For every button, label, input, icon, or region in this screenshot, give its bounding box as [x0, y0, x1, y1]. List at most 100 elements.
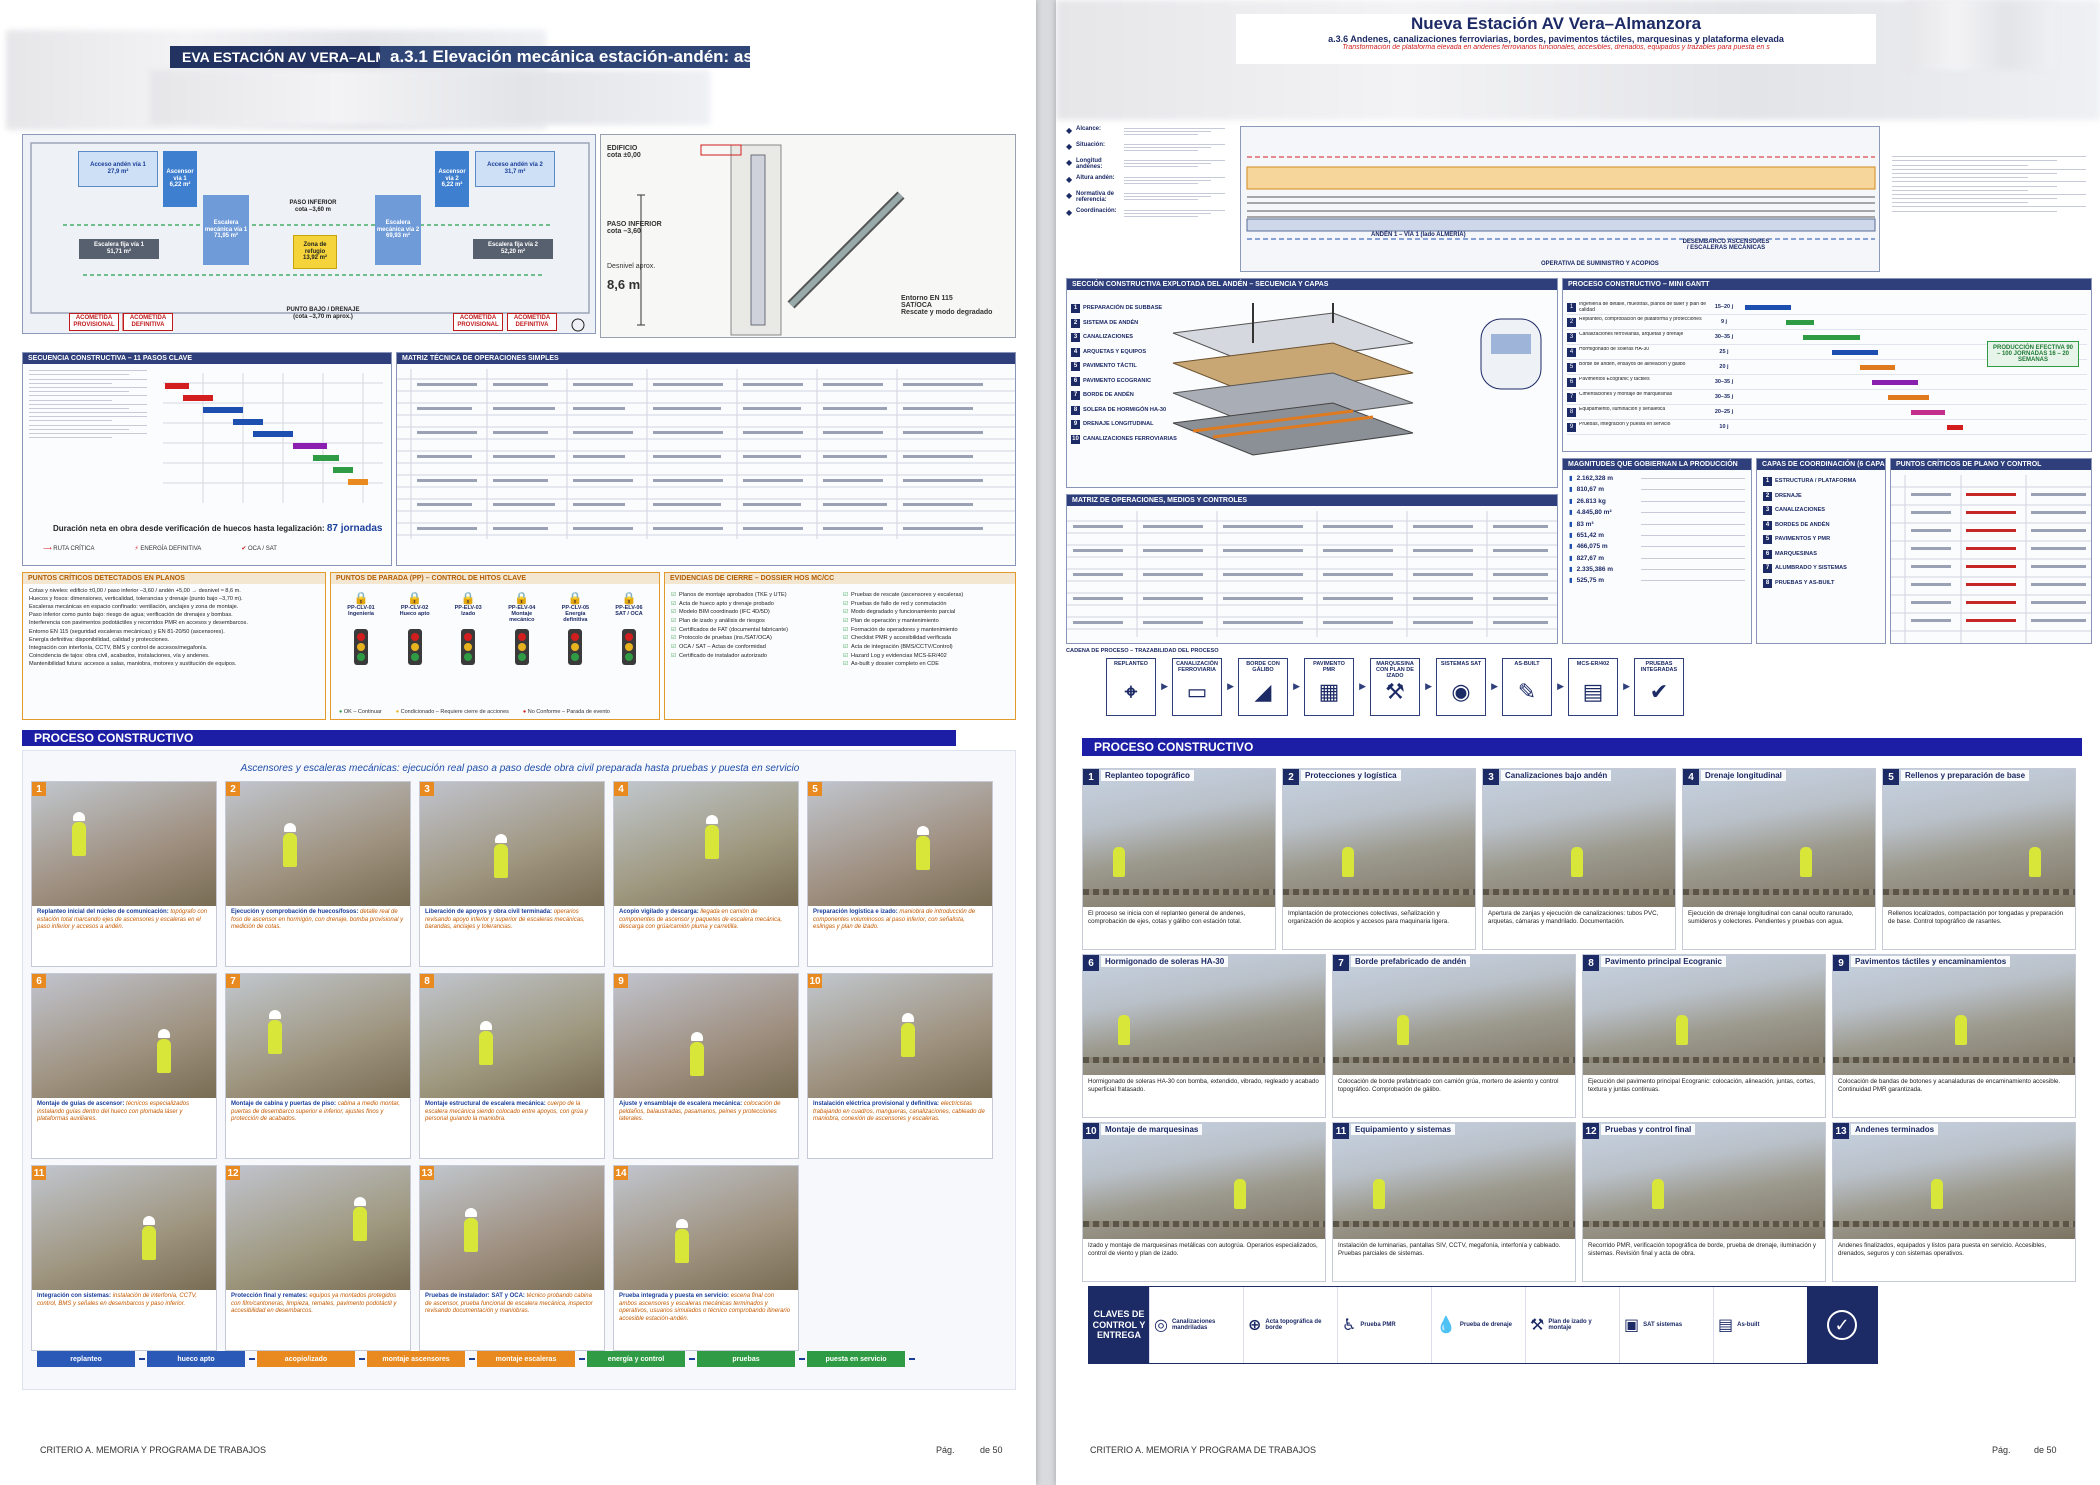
magnitude-item: ▮ 810,67 m — [1569, 484, 1745, 495]
helmet-icon — [158, 1029, 170, 1038]
worker-figure — [690, 1042, 704, 1076]
worker-figure — [353, 1207, 367, 1241]
claves-items: ◎ Canalizaciones mandriladas ⊕ Acta topográ… — [1149, 1287, 1807, 1363]
clave-item: ▤ As-built — [1713, 1287, 1807, 1363]
step-caption: Ejecución de drenaje longitudinal con ca… — [1688, 910, 1854, 925]
process-step: 5 Rellenos y preparación de base Rellenos … — [1882, 768, 2076, 950]
step-caption: Instalación eléctrica provisional y defi… — [808, 1098, 992, 1158]
section-label-paso: PASO INFERIOR cota –3,60 — [607, 221, 662, 235]
gantt-task: Pruebas, integración y puesta en servici… — [1579, 422, 1671, 427]
step-title: Preparación logística e izado: — [813, 909, 898, 915]
gantt-bar — [1802, 335, 1860, 340]
step-photo — [226, 782, 410, 906]
helmet-icon — [73, 812, 85, 821]
step-caption: Recorrido PMR, verificación topográfica … — [1588, 1242, 1817, 1257]
check-icon: ✓ — [1827, 1310, 1857, 1340]
process-step: 10 Montaje de marquesinas Izado y montaje … — [1082, 1122, 1326, 1282]
clave-item: ♿ Prueba PMR — [1337, 1287, 1431, 1363]
cadena-title: CADENA DE PROCESO – TRAZABILIDAD DEL PRO… — [1066, 648, 1219, 654]
step-title: Equipamiento y sistemas — [1351, 1124, 1456, 1135]
gantt-row: 8 Equipamiento, iluminación y señalética 2… — [1567, 406, 2087, 420]
stop-point: 🔒 PP-CLV-02 Hueco apto — [393, 591, 437, 665]
process-photo-area: Ascensores y escaleras mecánicas: ejecuc… — [22, 750, 1016, 1390]
worker-figure — [464, 1218, 478, 1252]
step-number: 2 — [226, 782, 240, 796]
helmet-icon — [691, 1032, 703, 1041]
clave-label: As-built — [1737, 1322, 1760, 1328]
stop-point-name: Hueco apto — [399, 611, 430, 617]
critical-point-item: Paso inferior como punto bajo: riesgo de… — [29, 612, 233, 619]
process-chain-step: MARQUESINA CON PLAN DE IZADO ⚒ — [1370, 658, 1432, 716]
worker-figure — [901, 1023, 915, 1057]
step-photo — [420, 782, 604, 906]
step-photo — [1483, 769, 1675, 907]
critical-point-item: Mantenibilidad futura: accesos a salas, … — [29, 660, 237, 667]
sequence-list — [23, 364, 153, 444]
step-title: Protecciones y logística — [1301, 770, 1401, 781]
evidence-text: Planos de montaje aprobados (TKE y UTE) — [679, 592, 787, 598]
clave-label: Acta topográfica de borde — [1265, 1319, 1322, 1331]
lock-icon: 🔒 — [621, 591, 637, 605]
magnitude-item: ▮ 2.162,328 m — [1569, 473, 1745, 484]
gantt-task: Pavimentos Ecogranic y táctiles — [1579, 377, 1650, 382]
process-chain-icon: ⌖ — [1124, 679, 1138, 704]
process-chain-step: MCS-ER/402 ▤ — [1568, 658, 1630, 716]
step-number: 3 — [420, 782, 434, 796]
puntos-de-parada-panel: PUNTOS DE PARADA (PP) – CONTROL DE HITOS… — [330, 572, 660, 720]
magnitude-item: ▮ 466,075 m — [1569, 541, 1745, 552]
plan-label-acometida: ACOMETIDA DEFINITIVA — [123, 313, 173, 331]
evidence-text: As-built y dossier completo en CDE — [851, 661, 939, 668]
train-section-icon — [1480, 318, 1542, 390]
step-number: 8 — [420, 974, 434, 988]
process-step: 8 Pavimento principal Ecogranic Ejecución … — [1582, 954, 1826, 1118]
flow-step: energía y control — [587, 1351, 695, 1367]
evidence-item: ☑ Acta de hueco apto y drenaje probado — [671, 600, 836, 609]
clave-label: SAT sistemas — [1643, 1322, 1683, 1328]
step-caption: Ejecución y comprobación de huecos/fosos… — [226, 906, 410, 966]
coordination-item: 2 DRENAJE — [1763, 489, 1879, 504]
lock-icon: 🔒 — [514, 591, 530, 605]
gantt-row: 9 Pruebas, integración y puesta en servic… — [1567, 421, 2087, 435]
evidence-item: ☑ Pruebas de fallo de red y conmutación — [843, 600, 1013, 609]
traffic-light-icon — [407, 629, 422, 665]
coordination-item: 3 CANALIZACIONES — [1763, 503, 1879, 518]
legend-item: ✔ OCA / SAT — [241, 546, 277, 552]
helmet-icon — [284, 823, 296, 832]
clave-icon: 💧 — [1436, 1317, 1456, 1334]
checkbox-icon: ☑ — [843, 592, 849, 598]
evidence-item: ☑ Certificado de instalador autorizado — [671, 652, 836, 661]
panel-title: PUNTOS CRÍTICOS DE PLANO Y CONTROL — [1891, 459, 2091, 470]
sequence-legend: ⟶ RUTA CRÍTICA ⚡ ENERGÍA DEFINITIVA ✔ OC… — [43, 545, 277, 552]
process-step: 7 Borde prefabricado de andén Colocación d… — [1332, 954, 1576, 1118]
clave-icon: ♿ — [1342, 1317, 1357, 1334]
stop-point-name: Izado — [461, 611, 476, 617]
clave-item: ▣ SAT sistemas — [1619, 1287, 1713, 1363]
process-step: 10 Instalación eléctrica provisional y de… — [807, 973, 993, 1159]
coordination-item: 1 ESTRUCTURA / PLATAFORMA — [1763, 474, 1879, 489]
gantt-row: 7 Cimentaciones y montaje de marquesinas 3… — [1567, 391, 2087, 405]
critical-point-item: Energía definitiva: disponibilidad, cali… — [29, 636, 170, 643]
plan-zone-paso-inferior: PASO INFERIOR cota –3,60 m — [289, 200, 337, 213]
gantt-task: Equipamiento, iluminación y señalética — [1579, 407, 1666, 412]
step-caption: Colocación de bandas de botones y acanal… — [1838, 1078, 2061, 1093]
magnitude-item: ▮ 4.845,80 m² — [1569, 507, 1745, 518]
helmet-icon — [269, 1010, 281, 1019]
step-number: 14 — [614, 1166, 628, 1180]
plan-label-operativa: OPERATIVA DE SUMINISTRO Y ACOPIOS — [1541, 261, 1659, 267]
clave-label: Plan de izado y montaje — [1548, 1319, 1592, 1331]
process-step: 4 Drenaje longitudinal Ejecución de drenaj… — [1682, 768, 1876, 950]
info-key: Longitud andenes: — [1076, 158, 1103, 170]
worker-figure — [675, 1229, 689, 1263]
critical-point-item: Integración con interfonía, CCTV, BMS y … — [29, 644, 208, 651]
step-title: Instalación eléctrica provisional y defi… — [813, 1101, 940, 1107]
rail-track — [1583, 1057, 1825, 1063]
panel-title: MATRIZ DE OPERACIONES, MEDIOS Y CONTROLE… — [1067, 495, 1557, 506]
worker-figure — [1397, 1015, 1409, 1045]
section-banner: EVA ESTACIÓN AV VERA–ALMANZORA a.3.1 Ele… — [170, 46, 750, 68]
rail-track — [1583, 1221, 1825, 1227]
evidence-item: ☑ Pruebas de rescate (ascensores y escale… — [843, 591, 1013, 600]
step-number: 11 — [1333, 1123, 1349, 1139]
step-photo — [1333, 1123, 1575, 1239]
magnitude-item: ▮ 525,75 m — [1569, 575, 1745, 586]
step-caption: Ejecución del pavimento principal Ecogra… — [1588, 1078, 1816, 1093]
